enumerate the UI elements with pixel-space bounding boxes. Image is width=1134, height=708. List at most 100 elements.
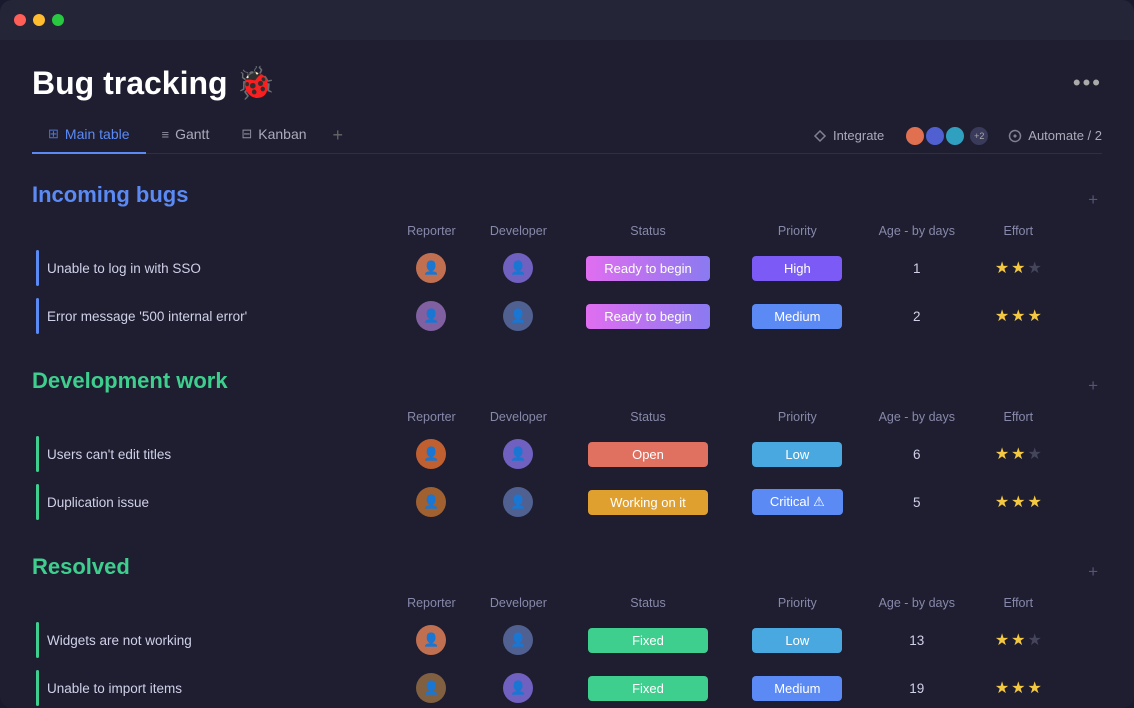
add-development-button[interactable]: + (1084, 376, 1102, 396)
priority-cell: Medium (732, 292, 863, 340)
col-header-age-resolved: Age - by days (863, 590, 971, 616)
automate-label: Automate / 2 (1028, 128, 1102, 143)
titlebar (0, 0, 1134, 40)
col-header-age-dev: Age - by days (863, 404, 971, 430)
developer-cell: 👤 (472, 292, 564, 340)
priority-cell: Critical ⚠ (732, 478, 863, 526)
automate-button[interactable]: Automate / 2 (1008, 128, 1102, 143)
integrate-button[interactable]: Integrate (813, 128, 884, 143)
tab-kanban[interactable]: ⊟ Kanban (225, 118, 322, 154)
team-avatar-count: +2 (970, 127, 988, 145)
developer-cell: 👤 (472, 478, 564, 526)
avatar: 👤 (503, 673, 533, 703)
tab-main-table[interactable]: ⊞ Main table (32, 118, 146, 154)
status-badge: Fixed (588, 676, 708, 701)
status-badge: Fixed (588, 628, 708, 653)
status-badge: Ready to begin (586, 256, 709, 281)
add-resolved-button[interactable]: + (1084, 562, 1102, 582)
avatar: 👤 (416, 301, 446, 331)
col-header-add-resolved (1066, 590, 1102, 616)
star-3: ★ (1028, 258, 1042, 278)
stars: ★ ★ ★ (971, 678, 1067, 698)
col-header-status-incoming: Status (564, 218, 731, 244)
col-header-label-resolved (32, 590, 390, 616)
col-header-developer-dev: Developer (472, 404, 564, 430)
row-add-cell (1066, 244, 1102, 292)
section-resolved: Resolved + Reporter Developer Status Pri… (32, 554, 1102, 708)
traffic-lights (14, 14, 64, 26)
tab-kanban-label: Kanban (258, 126, 306, 142)
priority-badge: Medium (752, 304, 842, 329)
stars: ★ ★ ★ (971, 444, 1067, 464)
status-cell: Ready to begin (564, 244, 731, 292)
reporter-cell: 👤 (390, 616, 472, 664)
star-2: ★ (1011, 306, 1025, 326)
app-title-emoji: 🐞 (236, 64, 276, 102)
star-2: ★ (1011, 258, 1025, 278)
developer-cell: 👤 (472, 430, 564, 478)
add-incoming-button[interactable]: + (1084, 190, 1102, 210)
resolved-table: Reporter Developer Status Priority Age -… (32, 590, 1102, 708)
table-row: Unable to import items 👤 👤 Fixed (32, 664, 1102, 708)
col-header-add-incoming (1066, 218, 1102, 244)
col-header-effort-resolved: Effort (971, 590, 1067, 616)
section-development: Development work + Reporter Developer St… (32, 368, 1102, 526)
col-header-priority-dev: Priority (732, 404, 863, 430)
minimize-button[interactable] (33, 14, 45, 26)
tabs-bar: ⊞ Main table ≡ Gantt ⊟ Kanban + Integrat… (32, 118, 1102, 154)
avatar: 👤 (503, 625, 533, 655)
reporter-cell: 👤 (390, 292, 472, 340)
row-label-cell: Duplication issue (32, 478, 390, 526)
team-avatar-2 (924, 125, 946, 147)
developer-cell: 👤 (472, 616, 564, 664)
more-options-button[interactable]: ••• (1073, 70, 1102, 96)
table-icon: ⊞ (48, 126, 59, 142)
row-text: Users can't edit titles (47, 447, 171, 462)
close-button[interactable] (14, 14, 26, 26)
priority-badge: Low (752, 442, 842, 467)
table-row: Unable to log in with SSO 👤 👤 Ready to b… (32, 244, 1102, 292)
integrate-label: Integrate (833, 128, 884, 143)
row-border (36, 670, 39, 706)
app-header: Bug tracking 🐞 ••• (32, 64, 1102, 102)
stars: ★ ★ ★ (971, 492, 1067, 512)
avatar: 👤 (503, 487, 533, 517)
star-1: ★ (995, 630, 1009, 650)
integrate-icon (813, 129, 827, 143)
star-2: ★ (1011, 492, 1025, 512)
status-cell: Working on it (564, 478, 731, 526)
developer-cell: 👤 (472, 664, 564, 708)
age-cell: 5 (863, 478, 971, 526)
section-incoming: Incoming bugs + Reporter Developer Statu… (32, 182, 1102, 340)
avatar: 👤 (503, 439, 533, 469)
col-header-add-dev (1066, 404, 1102, 430)
star-1: ★ (995, 492, 1009, 512)
add-tab-button[interactable]: + (323, 119, 354, 152)
col-header-status-dev: Status (564, 404, 731, 430)
effort-cell: ★ ★ ★ (971, 478, 1067, 526)
tab-gantt-label: Gantt (175, 126, 209, 142)
tab-main-table-label: Main table (65, 126, 130, 142)
effort-cell: ★ ★ ★ (971, 430, 1067, 478)
effort-cell: ★ ★ ★ (971, 664, 1067, 708)
star-2: ★ (1011, 678, 1025, 698)
reporter-cell: 👤 (390, 430, 472, 478)
maximize-button[interactable] (52, 14, 64, 26)
age-cell: 13 (863, 616, 971, 664)
tab-gantt[interactable]: ≡ Gantt (146, 118, 226, 154)
table-row: Duplication issue 👤 👤 Working on it (32, 478, 1102, 526)
col-header-effort-dev: Effort (971, 404, 1067, 430)
age-cell: 19 (863, 664, 971, 708)
star-3: ★ (1028, 306, 1042, 326)
priority-cell: High (732, 244, 863, 292)
col-header-label-dev (32, 404, 390, 430)
effort-cell: ★ ★ ★ (971, 244, 1067, 292)
priority-badge: Low (752, 628, 842, 653)
row-text: Error message '500 internal error' (47, 309, 247, 324)
avatar: 👤 (416, 673, 446, 703)
row-text: Widgets are not working (47, 633, 192, 648)
col-header-priority-resolved: Priority (732, 590, 863, 616)
row-label-cell: Error message '500 internal error' (32, 292, 390, 340)
row-label-cell: Unable to import items (32, 664, 390, 708)
col-header-age-incoming: Age - by days (863, 218, 971, 244)
